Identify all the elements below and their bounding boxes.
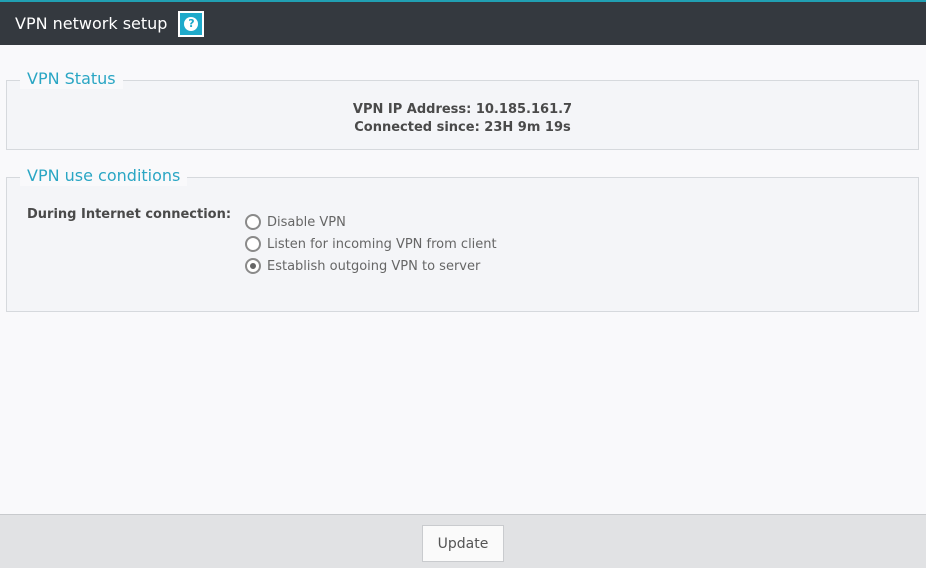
internet-connection-label: During Internet connection:: [27, 207, 232, 222]
question-icon: ?: [184, 16, 199, 31]
radio-label-listen-incoming[interactable]: Listen for incoming VPN from client: [267, 237, 497, 252]
vpn-use-conditions-panel: VPN use conditions During Internet conne…: [6, 166, 919, 312]
vpn-mode-radio-group: Disable VPN Listen for incoming VPN from…: [245, 206, 497, 282]
vpn-status-legend: VPN Status: [20, 69, 123, 89]
footer-bar: Update: [0, 514, 926, 568]
radio-button-icon[interactable]: [245, 236, 261, 252]
vpn-status-info: VPN IP Address: 10.185.161.7 Connected s…: [7, 101, 918, 137]
vpn-status-panel: VPN Status VPN IP Address: 10.185.161.7 …: [6, 69, 919, 150]
vpn-ip-address: VPN IP Address: 10.185.161.7: [352, 102, 573, 117]
radio-button-icon[interactable]: [245, 214, 261, 230]
radio-button-icon[interactable]: [245, 258, 261, 274]
page-header: VPN network setup ?: [0, 0, 926, 45]
radio-label-establish-outgoing[interactable]: Establish outgoing VPN to server: [267, 259, 480, 274]
vpn-use-conditions-legend: VPN use conditions: [20, 166, 188, 186]
radio-establish-outgoing[interactable]: Establish outgoing VPN to server: [245, 250, 497, 282]
update-button[interactable]: Update: [422, 525, 504, 562]
help-button[interactable]: ?: [178, 10, 205, 37]
radio-label-disable-vpn[interactable]: Disable VPN: [267, 215, 346, 230]
page-title: VPN network setup: [15, 14, 168, 33]
connected-since: Connected since: 23H 9m 19s: [354, 120, 571, 135]
